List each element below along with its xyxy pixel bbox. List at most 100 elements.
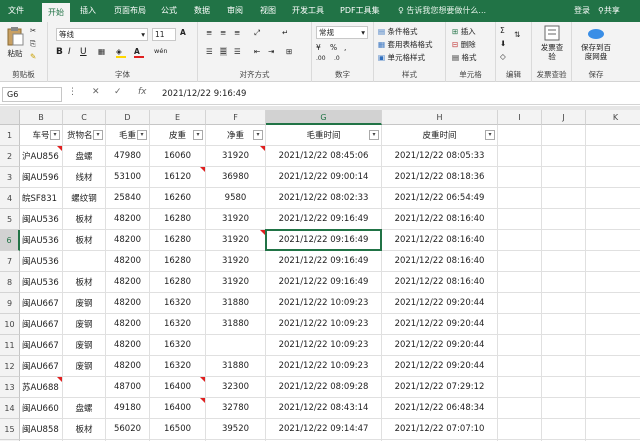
header-cell-f[interactable]: 净重 ▾ [206, 125, 266, 146]
cell-g8[interactable]: 2021/12/22 09:16:49 [266, 272, 382, 293]
row-header-2[interactable]: 2 [0, 146, 20, 167]
row-header-14[interactable]: 14 [0, 398, 20, 419]
cell-d6[interactable]: 48200 [106, 230, 150, 251]
cell-h8[interactable]: 2021/12/22 08:16:40 [382, 272, 498, 293]
cell-e14[interactable]: 16400 [150, 398, 206, 419]
cell-g11[interactable]: 2021/12/22 10:09:23 [266, 335, 382, 356]
header-cell-k[interactable] [586, 125, 640, 146]
column-header-b[interactable]: B [20, 110, 63, 125]
autosum-icon[interactable]: Σ [500, 26, 505, 35]
cell-g14[interactable]: 2021/12/22 08:43:14 [266, 398, 382, 419]
row-header-6[interactable]: 6 [0, 230, 20, 251]
row-header-1[interactable]: 1 [0, 125, 20, 146]
cell-h12[interactable]: 2021/12/22 09:20:44 [382, 356, 498, 377]
cell-f13[interactable]: 32300 [206, 377, 266, 398]
cell-k8[interactable] [586, 272, 640, 293]
cell-i11[interactable] [498, 335, 542, 356]
percent-icon[interactable]: % [330, 43, 337, 52]
delete-cells-button[interactable]: ⊟ 删除 [452, 39, 476, 50]
cell-i5[interactable] [498, 209, 542, 230]
cell-c14[interactable]: 盘螺 [63, 398, 106, 419]
cell-h13[interactable]: 2021/12/22 07:29:12 [382, 377, 498, 398]
cell-e11[interactable]: 16320 [150, 335, 206, 356]
insert-function-icon[interactable]: fx [138, 87, 147, 97]
cell-c3[interactable]: 线材 [63, 167, 106, 188]
header-cell-b[interactable]: 车号 ▾ [20, 125, 63, 146]
cell-style-button[interactable]: ▣ 单元格样式 [378, 52, 425, 63]
cell-b14[interactable]: 闽AU660 [20, 398, 63, 419]
cell-f12[interactable]: 31880 [206, 356, 266, 377]
cell-h9[interactable]: 2021/12/22 09:20:44 [382, 293, 498, 314]
cell-i12[interactable] [498, 356, 542, 377]
enter-icon[interactable]: ✓ [114, 87, 122, 97]
cell-j2[interactable] [542, 146, 586, 167]
cell-b5[interactable]: 闽AU536 [20, 209, 63, 230]
cell-h6[interactable]: 2021/12/22 08:16:40 [382, 230, 498, 251]
cell-k11[interactable] [586, 335, 640, 356]
cell-h5[interactable]: 2021/12/22 08:16:40 [382, 209, 498, 230]
header-cell-i[interactable] [498, 125, 542, 146]
grow-font-icon[interactable]: A [180, 28, 186, 37]
cell-f15[interactable]: 39520 [206, 419, 266, 440]
cell-f14[interactable]: 32780 [206, 398, 266, 419]
row-header-12[interactable]: 12 [0, 356, 20, 377]
cell-f10[interactable]: 31880 [206, 314, 266, 335]
cell-j7[interactable] [542, 251, 586, 272]
cell-h4[interactable]: 2021/12/22 06:54:49 [382, 188, 498, 209]
cut-icon[interactable]: ✂ [30, 26, 36, 35]
filter-dropdown-icon[interactable]: ▾ [485, 130, 495, 140]
cell-k6[interactable] [586, 230, 640, 251]
row-header-10[interactable]: 10 [0, 314, 20, 335]
align-top-icon[interactable]: ≡ [206, 28, 212, 37]
cell-b11[interactable]: 闽AU667 [20, 335, 63, 356]
font-size-select[interactable]: 11 [152, 28, 176, 41]
cell-d12[interactable]: 48200 [106, 356, 150, 377]
tab-home[interactable]: 开始 [42, 3, 70, 22]
format-painter-icon[interactable]: ✎ [30, 52, 36, 61]
cell-j9[interactable] [542, 293, 586, 314]
orientation-icon[interactable]: ⤢ [254, 28, 260, 38]
save-to-cloud-button[interactable]: 保存到百度网盘 [580, 25, 612, 61]
cell-c6[interactable]: 板材 [63, 230, 106, 251]
font-color-button[interactable]: A [134, 47, 144, 58]
wrap-text-icon[interactable]: ↵ [282, 28, 288, 37]
cell-i4[interactable] [498, 188, 542, 209]
cell-e5[interactable]: 16280 [150, 209, 206, 230]
cell-c7[interactable] [63, 251, 106, 272]
cell-k10[interactable] [586, 314, 640, 335]
filter-dropdown-icon[interactable]: ▾ [369, 130, 379, 140]
cell-j15[interactable] [542, 419, 586, 440]
row-header-5[interactable]: 5 [0, 209, 20, 230]
row-header-7[interactable]: 7 [0, 251, 20, 272]
cell-j13[interactable] [542, 377, 586, 398]
cell-j5[interactable] [542, 209, 586, 230]
cell-e2[interactable]: 16060 [150, 146, 206, 167]
header-cell-e[interactable]: 皮重 ▾ [150, 125, 206, 146]
cell-k2[interactable] [586, 146, 640, 167]
tab-pdf-tools[interactable]: PDF工具集 [340, 0, 380, 22]
currency-icon[interactable]: ¥ [316, 43, 321, 52]
cell-k9[interactable] [586, 293, 640, 314]
row-header-4[interactable]: 4 [0, 188, 20, 209]
align-bottom-icon[interactable]: ≡ [234, 28, 240, 37]
phonetic-button[interactable]: wén [154, 47, 167, 55]
cell-e10[interactable]: 16320 [150, 314, 206, 335]
column-header-i[interactable]: I [498, 110, 542, 125]
row-header-13[interactable]: 13 [0, 377, 20, 398]
invoice-check-button[interactable]: 发票查验 [538, 25, 566, 61]
tab-formulas[interactable]: 公式 [161, 0, 177, 22]
cell-d7[interactable]: 48200 [106, 251, 150, 272]
filter-dropdown-icon[interactable]: ▾ [137, 130, 147, 140]
cell-e12[interactable]: 16320 [150, 356, 206, 377]
font-name-select[interactable]: 等线 ▾ [56, 28, 148, 41]
row-header-15[interactable]: 15 [0, 419, 20, 440]
header-cell-h[interactable]: 皮重时间 ▾ [382, 125, 498, 146]
cell-d5[interactable]: 48200 [106, 209, 150, 230]
cell-e3[interactable]: 16120 [150, 167, 206, 188]
cell-c13[interactable] [63, 377, 106, 398]
cell-j4[interactable] [542, 188, 586, 209]
column-header-f[interactable]: F [206, 110, 266, 125]
cell-h15[interactable]: 2021/12/22 07:07:10 [382, 419, 498, 440]
cell-k5[interactable] [586, 209, 640, 230]
cell-i9[interactable] [498, 293, 542, 314]
